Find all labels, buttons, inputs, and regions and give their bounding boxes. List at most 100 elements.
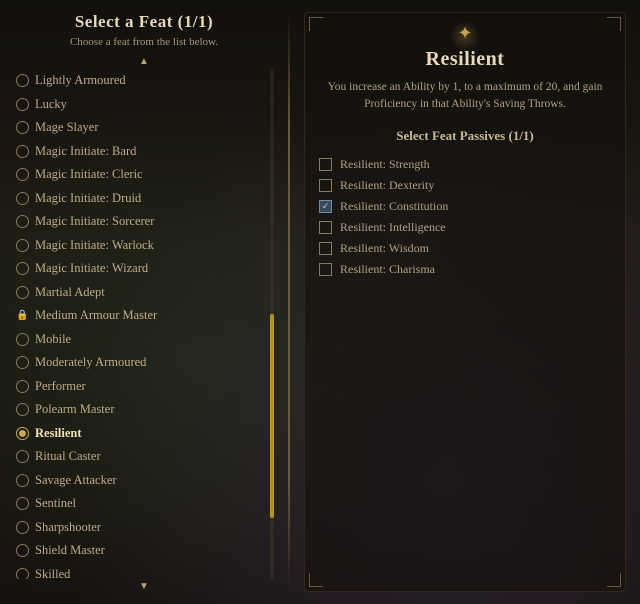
feat-item-martial-adept[interactable]: Martial Adept bbox=[14, 281, 274, 305]
radio-button[interactable] bbox=[16, 544, 29, 557]
scroll-arrow-top[interactable]: ▲ bbox=[14, 56, 274, 67]
passive-label: Resilient: Constitution bbox=[340, 199, 448, 214]
feat-label: Magic Initiate: Cleric bbox=[35, 166, 143, 184]
passive-item-strength[interactable]: Resilient: Strength bbox=[319, 154, 611, 175]
feat-icon: ✦ bbox=[457, 23, 472, 44]
feat-label: Shield Master bbox=[35, 542, 105, 560]
radio-button[interactable] bbox=[16, 333, 29, 346]
feat-item-resilient[interactable]: Resilient bbox=[14, 422, 274, 446]
radio-button[interactable] bbox=[16, 145, 29, 158]
feat-item-magic-initiate-bard[interactable]: Magic Initiate: Bard bbox=[14, 140, 274, 164]
radio-button[interactable] bbox=[16, 121, 29, 134]
feat-item-polearm-master[interactable]: Polearm Master bbox=[14, 398, 274, 422]
feat-label: Magic Initiate: Bard bbox=[35, 143, 136, 161]
feat-item-mage-slayer[interactable]: Mage Slayer bbox=[14, 116, 274, 140]
feat-label: Magic Initiate: Sorcerer bbox=[35, 213, 154, 231]
passive-list: Resilient: Strength Resilient: Dexterity R… bbox=[319, 154, 611, 280]
feat-label: Polearm Master bbox=[35, 401, 115, 419]
feat-detail-panel: ✦ Resilient You increase an Ability by 1… bbox=[304, 12, 626, 592]
feat-label: Skilled bbox=[35, 566, 70, 580]
feat-item-magic-initiate-wizard[interactable]: Magic Initiate: Wizard bbox=[14, 257, 274, 281]
passives-header: Select Feat Passives (1/1) bbox=[319, 128, 611, 144]
radio-button[interactable] bbox=[16, 356, 29, 369]
radio-button[interactable] bbox=[16, 403, 29, 416]
lock-icon: 🔒 bbox=[16, 309, 29, 322]
feat-item-skilled[interactable]: Skilled bbox=[14, 563, 274, 580]
passive-checkbox[interactable] bbox=[319, 263, 332, 276]
radio-button[interactable] bbox=[16, 521, 29, 534]
feat-item-shield-master[interactable]: Shield Master bbox=[14, 539, 274, 563]
passive-checkbox[interactable] bbox=[319, 200, 332, 213]
passive-item-wisdom[interactable]: Resilient: Wisdom bbox=[319, 238, 611, 259]
passive-label: Resilient: Wisdom bbox=[340, 241, 429, 256]
feat-label: Performer bbox=[35, 378, 86, 396]
feat-label: Martial Adept bbox=[35, 284, 105, 302]
scrollbar-track[interactable] bbox=[270, 69, 274, 579]
feat-item-mobile[interactable]: Mobile bbox=[14, 328, 274, 352]
feat-item-magic-initiate-druid[interactable]: Magic Initiate: Druid bbox=[14, 187, 274, 211]
feat-label: Lucky bbox=[35, 96, 67, 114]
feat-label: Magic Initiate: Druid bbox=[35, 190, 141, 208]
feat-label: Ritual Caster bbox=[35, 448, 101, 466]
radio-button[interactable] bbox=[16, 380, 29, 393]
feat-item-ritual-caster[interactable]: Ritual Caster bbox=[14, 445, 274, 469]
feat-item-sentinel[interactable]: Sentinel bbox=[14, 492, 274, 516]
feat-list: Lightly Armoured Lucky Mage Slayer Magic In… bbox=[14, 69, 274, 579]
radio-button[interactable] bbox=[16, 98, 29, 111]
feat-item-moderately-armoured[interactable]: Moderately Armoured bbox=[14, 351, 274, 375]
feat-label: Magic Initiate: Warlock bbox=[35, 237, 154, 255]
feat-label: Medium Armour Master bbox=[35, 307, 157, 325]
corner-decoration-tl bbox=[309, 17, 323, 31]
passive-label: Resilient: Strength bbox=[340, 157, 430, 172]
radio-button[interactable] bbox=[16, 262, 29, 275]
passive-item-constitution[interactable]: Resilient: Constitution bbox=[319, 196, 611, 217]
feat-item-magic-initiate-cleric[interactable]: Magic Initiate: Cleric bbox=[14, 163, 274, 187]
feat-item-lightly-armoured[interactable]: Lightly Armoured bbox=[14, 69, 274, 93]
passive-checkbox[interactable] bbox=[319, 221, 332, 234]
feat-list-container: Lightly Armoured Lucky Mage Slayer Magic In… bbox=[14, 69, 274, 579]
feat-label: Savage Attacker bbox=[35, 472, 117, 490]
passive-label: Resilient: Charisma bbox=[340, 262, 435, 277]
feat-item-savage-attacker[interactable]: Savage Attacker bbox=[14, 469, 274, 493]
panel-divider bbox=[288, 12, 290, 592]
radio-button[interactable] bbox=[16, 74, 29, 87]
feat-item-medium-armour-master[interactable]: 🔒 Medium Armour Master bbox=[14, 304, 274, 328]
radio-button[interactable] bbox=[16, 215, 29, 228]
scrollbar-thumb[interactable] bbox=[270, 314, 274, 518]
radio-button[interactable] bbox=[16, 450, 29, 463]
radio-button[interactable] bbox=[16, 192, 29, 205]
feat-label: Mobile bbox=[35, 331, 71, 349]
passive-item-charisma[interactable]: Resilient: Charisma bbox=[319, 259, 611, 280]
panel-subtitle: Choose a feat from the list below. bbox=[14, 36, 274, 48]
radio-button[interactable] bbox=[16, 568, 29, 579]
radio-button[interactable] bbox=[16, 286, 29, 299]
feat-item-magic-initiate-sorcerer[interactable]: Magic Initiate: Sorcerer bbox=[14, 210, 274, 234]
radio-button[interactable] bbox=[16, 168, 29, 181]
feat-item-sharpshooter[interactable]: Sharpshooter bbox=[14, 516, 274, 540]
panel-title: Select a Feat (1/1) bbox=[14, 12, 274, 32]
feat-label: Resilient bbox=[35, 425, 82, 443]
passive-checkbox[interactable] bbox=[319, 242, 332, 255]
radio-button[interactable] bbox=[16, 497, 29, 510]
feat-item-lucky[interactable]: Lucky bbox=[14, 93, 274, 117]
feat-label: Sharpshooter bbox=[35, 519, 101, 537]
feat-label: Lightly Armoured bbox=[35, 72, 126, 90]
radio-button[interactable] bbox=[16, 427, 29, 440]
feat-icon-area: ✦ bbox=[319, 23, 611, 44]
passive-item-intelligence[interactable]: Resilient: Intelligence bbox=[319, 217, 611, 238]
feat-label: Magic Initiate: Wizard bbox=[35, 260, 148, 278]
passive-checkbox[interactable] bbox=[319, 179, 332, 192]
corner-decoration-tr bbox=[607, 17, 621, 31]
passive-item-dexterity[interactable]: Resilient: Dexterity bbox=[319, 175, 611, 196]
passive-checkbox[interactable] bbox=[319, 158, 332, 171]
feat-item-magic-initiate-warlock[interactable]: Magic Initiate: Warlock bbox=[14, 234, 274, 258]
feat-item-performer[interactable]: Performer bbox=[14, 375, 274, 399]
scroll-arrow-bottom[interactable]: ▼ bbox=[14, 581, 274, 592]
radio-button[interactable] bbox=[16, 474, 29, 487]
feat-label: Moderately Armoured bbox=[35, 354, 146, 372]
feat-list-panel: Select a Feat (1/1) Choose a feat from t… bbox=[14, 12, 274, 592]
radio-button[interactable] bbox=[16, 239, 29, 252]
feat-label: Sentinel bbox=[35, 495, 76, 513]
corner-decoration-bl bbox=[309, 573, 323, 587]
passive-label: Resilient: Dexterity bbox=[340, 178, 434, 193]
